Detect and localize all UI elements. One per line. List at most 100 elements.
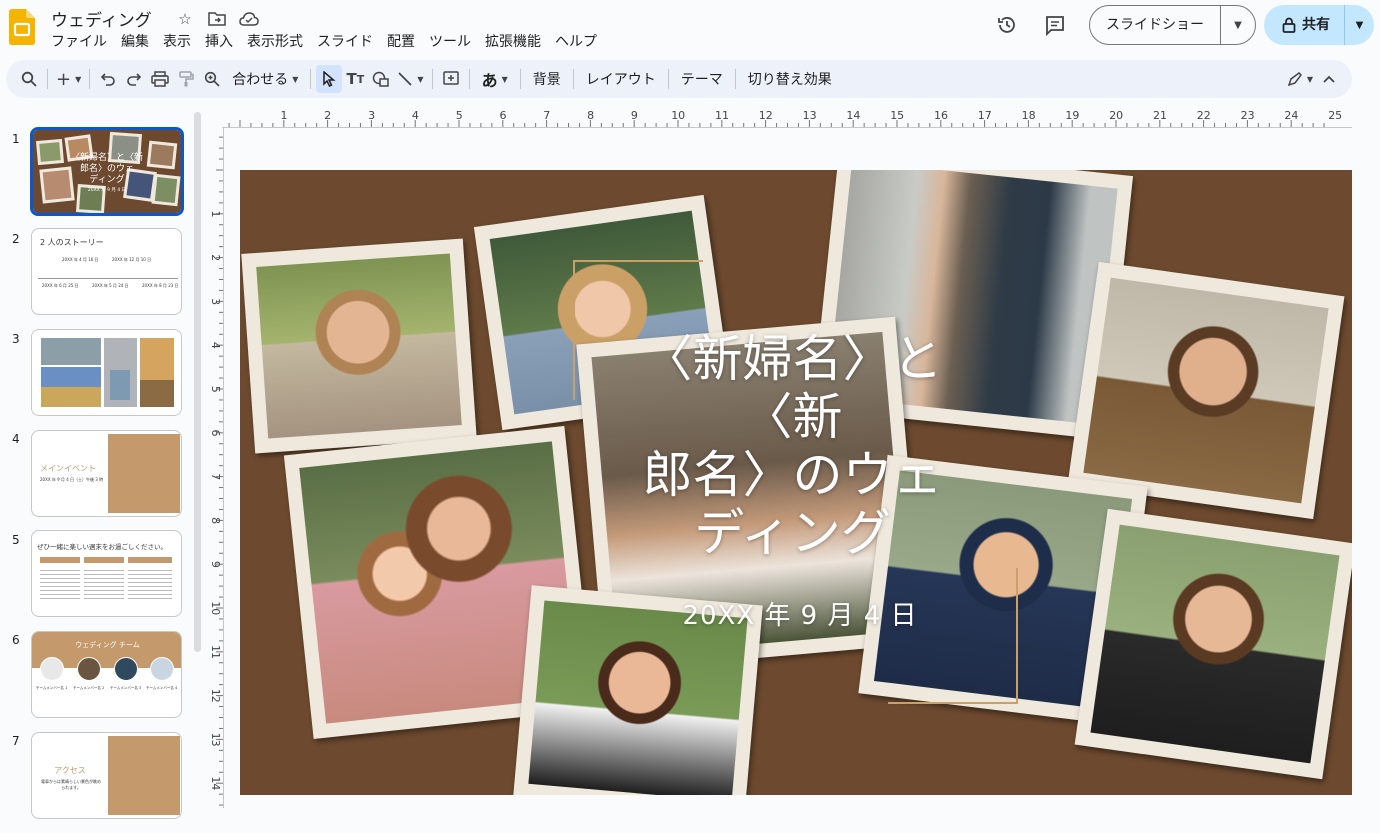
menu-extensions[interactable]: 拡張機能 bbox=[478, 32, 548, 52]
toolbar-separator bbox=[47, 69, 48, 89]
slide-number: 2 bbox=[12, 232, 20, 246]
photo-man-jacket[interactable] bbox=[1067, 261, 1345, 520]
ruler-label: 16 bbox=[934, 109, 948, 122]
gold-accent-line bbox=[888, 702, 1018, 704]
menu-bar: ファイル 編集 表示 挿入 表示形式 スライド 配置 ツール 拡張機能 ヘルプ bbox=[44, 32, 604, 52]
filmstrip-scrollbar[interactable] bbox=[194, 112, 201, 652]
slide-thumbnail-3[interactable] bbox=[31, 329, 182, 416]
star-icon[interactable]: ☆ bbox=[174, 8, 196, 30]
plus-icon: + bbox=[56, 68, 72, 90]
menu-file[interactable]: ファイル bbox=[44, 32, 114, 52]
menu-arrange[interactable]: 配置 bbox=[380, 32, 422, 52]
ruler-label: 10 bbox=[671, 109, 685, 122]
share-dropdown-icon[interactable]: ▼ bbox=[1344, 5, 1374, 45]
menu-format[interactable]: 表示形式 bbox=[240, 32, 310, 52]
slide-number: 7 bbox=[12, 734, 20, 748]
slide-title-line-2: 郎名〉のウェ bbox=[642, 446, 943, 504]
timeline-item: 20XX 年 12 月 10 日 bbox=[112, 257, 152, 262]
cloud-icon[interactable] bbox=[238, 8, 260, 30]
menu-edit[interactable]: 編集 bbox=[114, 32, 156, 52]
select-icon[interactable] bbox=[316, 65, 343, 93]
ruler-label: 11 bbox=[715, 109, 729, 122]
ruler-label: 14 bbox=[846, 109, 860, 122]
comment-icon[interactable] bbox=[1035, 5, 1075, 45]
team-member-name: チームメンバー名 3 bbox=[110, 686, 142, 690]
paint-format-icon[interactable] bbox=[173, 65, 199, 93]
chevron-up-icon[interactable] bbox=[1316, 65, 1342, 93]
layout-button[interactable]: レイアウト bbox=[579, 65, 663, 93]
share-label: 共有 bbox=[1302, 17, 1330, 33]
slide-thumbnail-1[interactable]: 〈新婦名〉と〈新 郎名〉のウェ ディング 20XX 年 9 月 4 日 bbox=[30, 127, 184, 216]
menu-slide[interactable]: スライド bbox=[310, 32, 380, 52]
ruler-label: 22 bbox=[1197, 109, 1211, 122]
gold-accent-line bbox=[573, 260, 703, 262]
horizontal-ruler[interactable]: 1 2 3 4 5 6 7 8 9 10 11 12 13 14 15 16 17 18 19 20 21 22 23 24 2… bbox=[222, 106, 1352, 128]
title-bar: ウェディング ☆ ファイル 編集 表示 挿入 表示形式 スライド 配置 ツール … bbox=[0, 0, 1380, 58]
timeline-item: 20XX 年 4 月 16 日 bbox=[62, 257, 99, 262]
ruler-label: 1 bbox=[281, 109, 288, 122]
ruler-label: 25 bbox=[1328, 109, 1342, 122]
slide-title-text[interactable]: 〈新婦名〉と〈新 郎名〉のウェ ディング bbox=[595, 330, 990, 562]
photo-young-man-shirt[interactable] bbox=[1074, 508, 1352, 780]
team-member-name: チームメンバー名 2 bbox=[73, 686, 105, 690]
slide-date-text[interactable]: 20XX 年 9 月 4 日 bbox=[640, 595, 960, 632]
ruler-label: 10 bbox=[209, 601, 222, 615]
new-slide-button[interactable]: + ▼ bbox=[53, 65, 84, 93]
zoom-icon[interactable] bbox=[199, 65, 225, 93]
undo-icon[interactable] bbox=[95, 65, 121, 93]
theme-button[interactable]: テーマ bbox=[674, 65, 730, 93]
comment-add-icon[interactable] bbox=[438, 65, 464, 93]
slide-4-panel bbox=[108, 434, 180, 513]
print-icon[interactable] bbox=[147, 65, 173, 93]
ruler-label: 21 bbox=[1153, 109, 1167, 122]
ruler-label: 20 bbox=[1109, 109, 1123, 122]
toolbar-separator bbox=[431, 69, 433, 89]
ruler-label: 12 bbox=[209, 689, 222, 703]
ruler-label: 9 bbox=[631, 109, 638, 122]
slide-5-col-text bbox=[128, 567, 172, 601]
zoom-select[interactable]: 合わせる ▼ bbox=[225, 65, 305, 93]
zoom-select-label: 合わせる bbox=[232, 72, 289, 88]
slideshow-dropdown-icon[interactable]: ▼ bbox=[1221, 20, 1255, 31]
redo-icon[interactable] bbox=[121, 65, 147, 93]
slide-thumbnail-6[interactable]: ウェディング チーム チームメンバー名 1 チームメンバー名 2 チームメンバー… bbox=[31, 631, 182, 718]
background-button[interactable]: 背景 bbox=[526, 65, 568, 93]
line-tool-button[interactable]: ▼ bbox=[394, 65, 426, 93]
toolbar-separator bbox=[519, 69, 521, 89]
toolbar-separator bbox=[734, 69, 736, 89]
vertical-ruler[interactable]: 1 2 3 4 5 6 7 8 9 10 11 12 13 14 bbox=[202, 128, 224, 808]
slide-1-preview: 〈新婦名〉と〈新 郎名〉のウェ ディング 20XX 年 9 月 4 日 bbox=[33, 130, 181, 213]
menu-insert[interactable]: 挿入 bbox=[198, 32, 240, 52]
photo-man-jacket-image bbox=[1083, 277, 1329, 504]
chevron-down-icon: ▼ bbox=[75, 74, 82, 84]
share-main-button[interactable]: 共有 bbox=[1264, 5, 1344, 45]
chevron-down-icon: ▼ bbox=[1306, 74, 1313, 84]
slides-logo-icon[interactable] bbox=[9, 9, 35, 45]
document-title[interactable]: ウェディング bbox=[51, 6, 152, 31]
menu-view[interactable]: 表示 bbox=[156, 32, 198, 52]
transition-button[interactable]: 切り替え効果 bbox=[741, 65, 839, 93]
slide-thumbnail-4[interactable]: メインイベント 20XX 年 9 月 4 日（土）午後 3 時 bbox=[31, 430, 182, 517]
slideshow-start-button[interactable]: スライドショー bbox=[1090, 6, 1221, 44]
slide-thumbnail-2[interactable]: 2 人のストーリー 20XX 年 4 月 16 日 20XX 年 12 月 10… bbox=[31, 228, 182, 315]
menu-tools[interactable]: ツール bbox=[422, 32, 478, 52]
search-icon[interactable] bbox=[16, 65, 42, 93]
input-tools-button[interactable]: あ ▼ bbox=[475, 65, 515, 93]
gold-accent-line bbox=[1016, 568, 1018, 704]
slide-number: 1 bbox=[12, 132, 20, 146]
timeline-item: 20XX 年 6 月 25 日 bbox=[42, 283, 79, 288]
ruler-label: 19 bbox=[1065, 109, 1079, 122]
folder-move-icon[interactable] bbox=[206, 8, 228, 30]
text-box-icon[interactable]: TT bbox=[342, 65, 368, 93]
shape-icon[interactable] bbox=[368, 65, 394, 93]
gold-accent-line bbox=[573, 260, 575, 400]
slide-thumbnail-5[interactable]: ぜひ一緒に楽しい週末をお過ごしください。 bbox=[31, 530, 182, 617]
menu-help[interactable]: ヘルプ bbox=[548, 32, 604, 52]
slide-thumbnail-7[interactable]: アクセス 電車からは素晴らしい景色が眺められます。 bbox=[31, 732, 182, 819]
history-icon[interactable] bbox=[987, 5, 1027, 45]
slide-5-col-header bbox=[128, 557, 172, 563]
photo-boy[interactable] bbox=[241, 238, 477, 454]
slide-canvas[interactable]: 〈新婦名〉と〈新 郎名〉のウェ ディング 20XX 年 9 月 4 日 bbox=[240, 170, 1352, 795]
pen-tool-button[interactable]: ▼ bbox=[1284, 65, 1316, 93]
timeline-line bbox=[38, 278, 178, 279]
